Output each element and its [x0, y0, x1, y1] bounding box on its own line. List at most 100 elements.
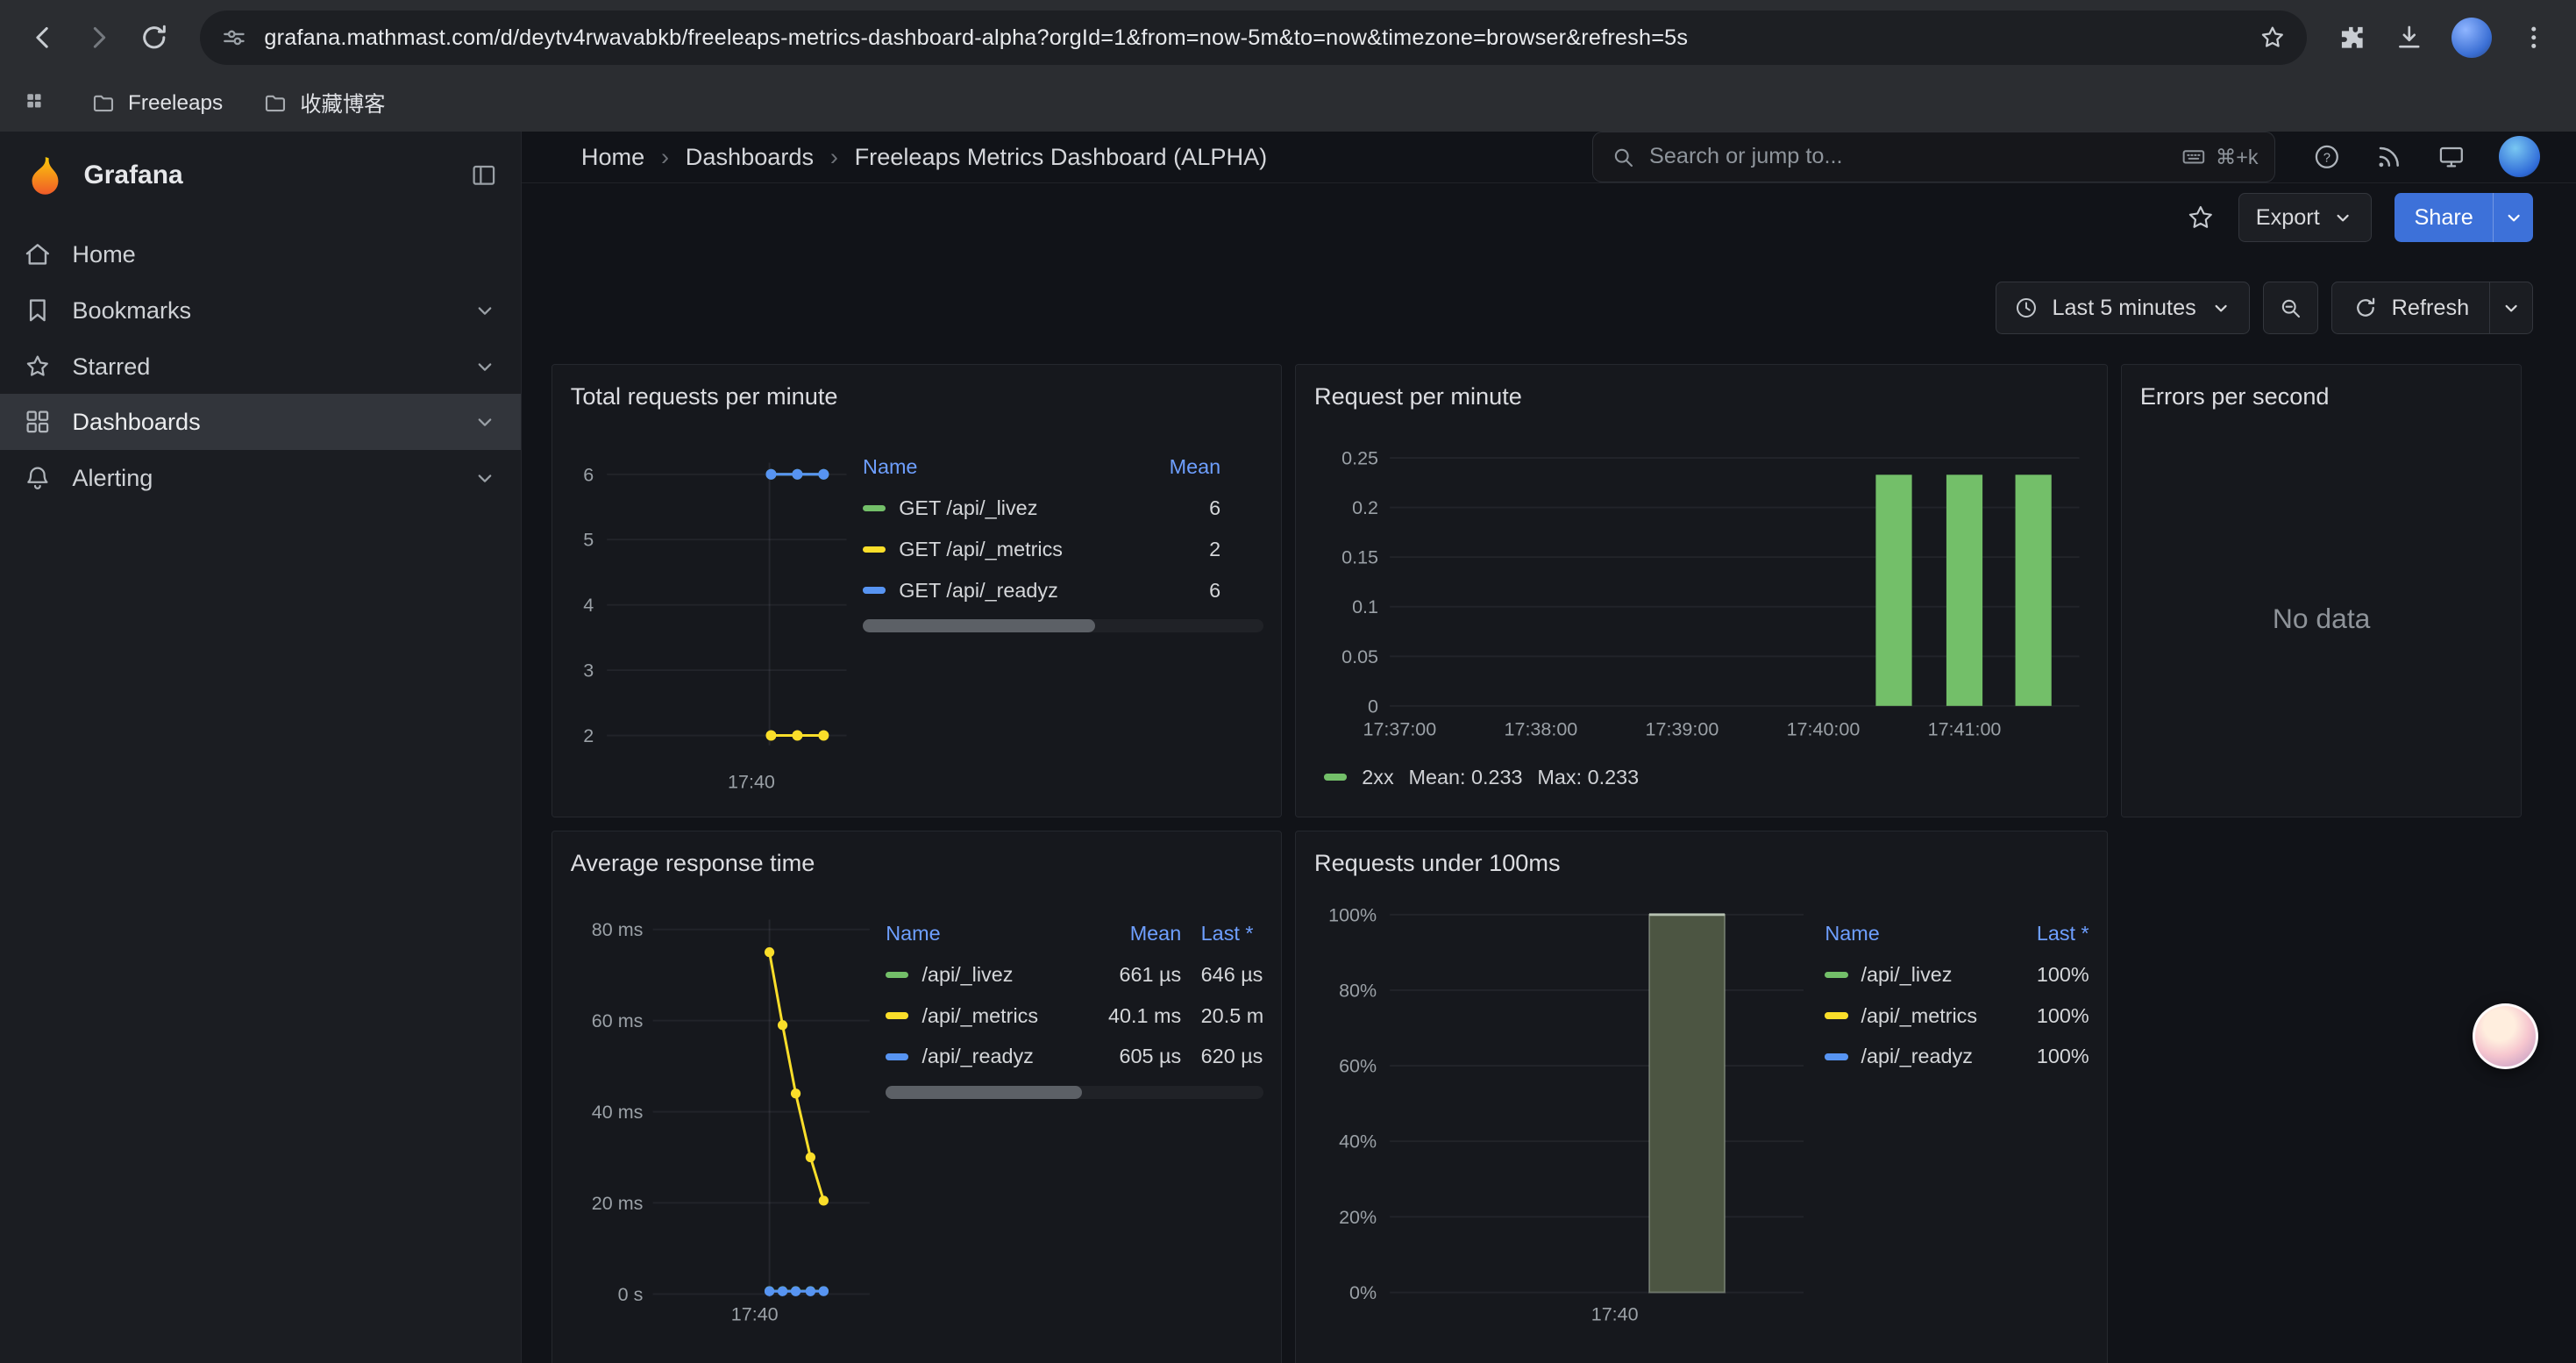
legend-col-name[interactable]: Name [1825, 922, 1996, 946]
site-settings-icon[interactable] [220, 24, 248, 52]
browser-toolbar: grafana.mathmast.com/d/deytv4rwavabkb/fr… [0, 0, 2576, 75]
legend-row: /api/_metrics40.1 ms20.5 ms [886, 995, 1263, 1037]
browser-profile-avatar[interactable] [2451, 18, 2493, 59]
dashboard-toolbar: Export Share [522, 183, 2575, 242]
panel-title[interactable]: Total requests per minute [571, 378, 1263, 421]
monitor-icon[interactable] [2437, 142, 2466, 172]
legend-scrollbar-thumb[interactable] [886, 1086, 1082, 1099]
chevron-down-icon [2210, 296, 2232, 319]
legend-col-last[interactable]: Last * [1201, 922, 1263, 946]
series-name[interactable]: /api/_readyz [1861, 1045, 1972, 1068]
time-range-label: Last 5 minutes [2052, 296, 2195, 321]
series-name[interactable]: /api/_metrics [922, 1004, 1038, 1028]
news-rss-icon[interactable] [2374, 142, 2404, 172]
breadcrumb-item[interactable]: Home [581, 143, 644, 171]
back-button[interactable] [17, 11, 69, 64]
apps-grid-icon[interactable] [23, 89, 51, 118]
svg-text:6: 6 [583, 465, 594, 486]
request-per-minute-chart[interactable]: 0.250.20.150.10.05017:37:0017:38:0017:39… [1314, 420, 2089, 757]
series-name[interactable]: /api/_livez [1861, 963, 1952, 987]
series-name[interactable]: 2xx [1362, 766, 1393, 789]
browser-menu-icon[interactable] [2518, 22, 2550, 54]
sidebar-collapse-icon[interactable] [469, 161, 499, 190]
url-bar[interactable]: grafana.mathmast.com/d/deytv4rwavabkb/fr… [200, 11, 2307, 65]
legend-col-mean[interactable]: Mean [1089, 922, 1181, 946]
legend-value: 661 µs [1089, 963, 1181, 987]
legend-row: GET /api/_livez6 [863, 488, 1263, 529]
sidebar-item-label: Home [72, 240, 498, 268]
refresh-button[interactable]: Refresh [2331, 282, 2533, 334]
legend-value: 40.1 ms [1089, 1004, 1181, 1028]
sidebar-nav: Home Bookmarks Starred DashboardsAlerting [0, 226, 521, 505]
sidebar-item-label: Starred [72, 353, 452, 381]
help-icon[interactable]: ? [2312, 142, 2342, 172]
favorite-star-icon[interactable] [2186, 203, 2216, 232]
svg-text:40%: 40% [1339, 1131, 1377, 1152]
folder-icon [262, 90, 288, 117]
chevron-down-icon [472, 409, 498, 435]
series-name[interactable]: /api/_metrics [1861, 1004, 1977, 1028]
breadcrumb-item[interactable]: Dashboards [686, 143, 814, 171]
bookmark-folder-freeleaps[interactable]: Freeleaps [90, 90, 223, 117]
zoom-out-button[interactable] [2263, 282, 2319, 334]
bookmark-star-icon[interactable] [2258, 23, 2288, 53]
legend-row: /api/_readyz605 µs620 µs [886, 1037, 1263, 1078]
panel-title[interactable]: Average response time [571, 845, 1263, 888]
no-data-message: No data [2122, 420, 2521, 816]
svg-text:17:39:00: 17:39:00 [1646, 719, 1719, 740]
series-name[interactable]: GET /api/_metrics [899, 538, 1063, 561]
under-100ms-chart[interactable]: 100%80%60%40%20%0%17:40 [1314, 887, 1815, 1327]
search-input[interactable]: Search or jump to... ⌘+k [1592, 132, 2275, 182]
legend-col-name[interactable]: Name [886, 922, 1089, 946]
svg-text:40 ms: 40 ms [592, 1102, 644, 1123]
sidebar: Grafana HomeBookmarksStarredDashboardsAl… [0, 132, 522, 1363]
series-name[interactable]: /api/_readyz [922, 1045, 1033, 1068]
legend-total-requests: NameMean GET /api/_livez6 GET /api/_metric… [863, 446, 1263, 610]
grafana-logo[interactable] [23, 153, 68, 198]
sidebar-item-home[interactable]: Home [0, 226, 521, 282]
panel-title[interactable]: Errors per second [2140, 378, 2503, 421]
share-menu-caret[interactable] [2493, 193, 2533, 242]
legend-scrollbar[interactable] [863, 619, 1263, 632]
legend-scrollbar[interactable] [886, 1086, 1263, 1099]
legend-col-last[interactable]: Last * [1997, 922, 2089, 946]
series-swatch [1825, 972, 1847, 978]
svg-text:60%: 60% [1339, 1056, 1377, 1077]
sidebar-item-starred[interactable]: Starred [0, 339, 521, 395]
series-name[interactable]: /api/_livez [922, 963, 1013, 987]
user-avatar[interactable] [2499, 136, 2540, 177]
downloads-icon[interactable] [2394, 22, 2425, 54]
reload-button[interactable] [128, 11, 181, 64]
screen: grafana.mathmast.com/d/deytv4rwavabkb/fr… [0, 0, 2576, 1363]
series-name[interactable]: GET /api/_livez [899, 496, 1037, 520]
legend-col-mean[interactable]: Mean [1139, 455, 1221, 479]
time-range-picker[interactable]: Last 5 minutes [1996, 282, 2250, 334]
svg-text:20%: 20% [1339, 1207, 1377, 1228]
panel-title[interactable]: Requests under 100ms [1314, 845, 2089, 888]
breadcrumb-item[interactable]: Freeleaps Metrics Dashboard (ALPHA) [855, 143, 1268, 171]
bookmark-folder-blogs[interactable]: 收藏博客 [262, 88, 385, 118]
legend-scrollbar-thumb[interactable] [863, 619, 1095, 632]
svg-text:80%: 80% [1339, 981, 1377, 1002]
folder-icon [90, 90, 117, 117]
sidebar-item-alerting[interactable]: Alerting [0, 450, 521, 506]
share-button[interactable]: Share [2395, 193, 2533, 242]
average-response-chart[interactable]: 80 ms60 ms40 ms20 ms0 s17:40 [571, 887, 876, 1327]
legend-col-name[interactable]: Name [863, 455, 1138, 479]
chevron-down-icon [472, 465, 498, 491]
legend-value: 100% [1997, 963, 2089, 987]
legend-header: NameLast * [1825, 913, 2089, 954]
sidebar-item-bookmarks[interactable]: Bookmarks [0, 282, 521, 339]
series-name[interactable]: GET /api/_readyz [899, 579, 1058, 603]
browser-actions [2326, 18, 2559, 59]
refresh-interval-caret[interactable] [2489, 282, 2533, 333]
panel-title[interactable]: Request per minute [1314, 378, 2089, 421]
forward-button[interactable] [72, 11, 125, 64]
zoom-out-icon [2277, 295, 2303, 321]
export-button[interactable]: Export [2238, 193, 2372, 242]
total-requests-chart[interactable]: 6543217:40 [571, 420, 853, 801]
extensions-icon[interactable] [2337, 22, 2368, 54]
url-text[interactable]: grafana.mathmast.com/d/deytv4rwavabkb/fr… [264, 25, 2244, 51]
series-swatch [863, 546, 886, 553]
sidebar-item-dashboards[interactable]: Dashboards [0, 394, 521, 450]
